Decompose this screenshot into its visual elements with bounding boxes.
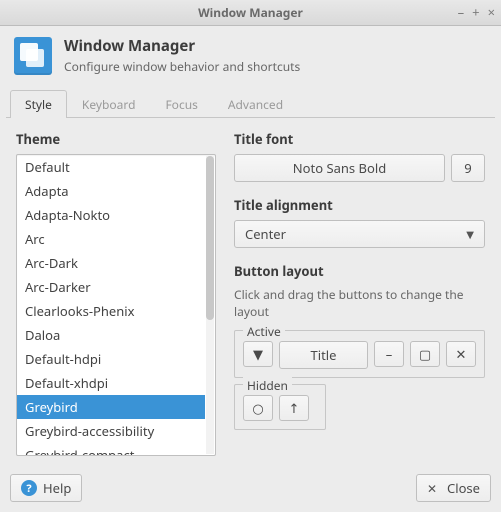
tab-advanced[interactable]: Advanced (213, 90, 298, 118)
title-alignment-value: Center (245, 225, 286, 243)
title-alignment-combo[interactable]: Center ▼ (234, 220, 485, 248)
window-body: Window Manager Configure window behavior… (0, 26, 501, 512)
help-button[interactable]: ? Help (10, 474, 82, 502)
window-controls: – + × (458, 0, 495, 25)
close-dialog-button[interactable]: ✕ Close (416, 474, 491, 502)
title-font-name: Noto Sans Bold (293, 159, 386, 177)
list-item[interactable]: Arc-Dark (17, 251, 205, 275)
right-column: Title font Noto Sans Bold 9 Title alignm… (234, 130, 485, 456)
list-item[interactable]: Default-hdpi (17, 347, 205, 371)
hidden-buttons-row: ○ ↑ (243, 395, 317, 421)
tab-style[interactable]: Style (10, 90, 67, 118)
theme-label: Theme (16, 130, 216, 148)
shade-button[interactable]: ○ (243, 395, 273, 421)
list-item[interactable]: Greybird-accessibility (17, 419, 205, 443)
title-font-button[interactable]: Noto Sans Bold (234, 154, 445, 182)
header-subtitle: Configure window behavior and shortcuts (64, 58, 300, 75)
scroll-thumb[interactable] (206, 156, 214, 320)
hidden-legend: Hidden (243, 377, 292, 394)
button-layout-label: Button layout (234, 262, 485, 280)
close-button[interactable]: ✕ (446, 341, 476, 367)
maximize-icon[interactable]: + (472, 6, 479, 19)
title-font-label: Title font (234, 130, 485, 148)
tab-keyboard[interactable]: Keyboard (67, 90, 151, 118)
active-fieldset: Active ▼ Title – ▢ ✕ (234, 330, 485, 378)
tabs: Style Keyboard Focus Advanced (0, 89, 501, 117)
close-icon[interactable]: × (488, 6, 495, 19)
list-item[interactable]: Arc (17, 227, 205, 251)
list-item[interactable]: Greybird-compact (17, 443, 205, 455)
title-font-size: 9 (464, 159, 471, 177)
list-item[interactable]: Adapta-Nokto (17, 203, 205, 227)
header-text: Window Manager Configure window behavior… (64, 36, 300, 75)
list-item[interactable]: Greybird (17, 395, 205, 419)
tab-focus[interactable]: Focus (150, 90, 212, 118)
app-icon (14, 37, 52, 75)
close-label: Close (447, 479, 480, 497)
header-title: Window Manager (64, 36, 300, 56)
list-item[interactable]: Default-xhdpi (17, 371, 205, 395)
stick-button[interactable]: ↑ (279, 395, 309, 421)
minimize-icon[interactable]: – (458, 6, 465, 19)
help-label: Help (43, 479, 71, 497)
footer: ? Help ✕ Close (0, 466, 501, 512)
title-alignment-row: Center ▼ (234, 220, 485, 248)
window-title: Window Manager (198, 4, 303, 21)
active-legend: Active (243, 323, 285, 340)
list-item[interactable]: Default (17, 155, 205, 179)
title-alignment-label: Title alignment (234, 196, 485, 214)
list-item[interactable]: Adapta (17, 179, 205, 203)
title-font-size-button[interactable]: 9 (451, 154, 485, 182)
chevron-down-icon: ▼ (466, 227, 474, 241)
list-item[interactable]: Daloa (17, 323, 205, 347)
help-icon: ? (21, 480, 37, 496)
header: Window Manager Configure window behavior… (0, 26, 501, 89)
minimize-button[interactable]: – (374, 341, 404, 367)
active-buttons-row: ▼ Title – ▢ ✕ (243, 341, 476, 369)
maximize-button[interactable]: ▢ (410, 341, 440, 367)
button-layout-hint: Click and drag the buttons to change the… (234, 286, 485, 320)
scrollbar[interactable] (206, 156, 214, 454)
titlebar: Window Manager – + × (0, 0, 501, 26)
menu-button[interactable]: ▼ (243, 341, 273, 367)
theme-column: Theme DefaultAdaptaAdapta-NoktoArcArc-Da… (16, 130, 216, 456)
list-item[interactable]: Clearlooks-Phenix (17, 299, 205, 323)
theme-listbox[interactable]: DefaultAdaptaAdapta-NoktoArcArc-DarkArc-… (16, 154, 216, 456)
hidden-fieldset: Hidden ○ ↑ (234, 384, 326, 430)
title-button[interactable]: Title (279, 341, 368, 369)
title-font-row: Noto Sans Bold 9 (234, 154, 485, 182)
close-x-icon: ✕ (427, 480, 437, 497)
tab-panel-style: Theme DefaultAdaptaAdapta-NoktoArcArc-Da… (6, 117, 495, 466)
list-item[interactable]: Arc-Darker (17, 275, 205, 299)
